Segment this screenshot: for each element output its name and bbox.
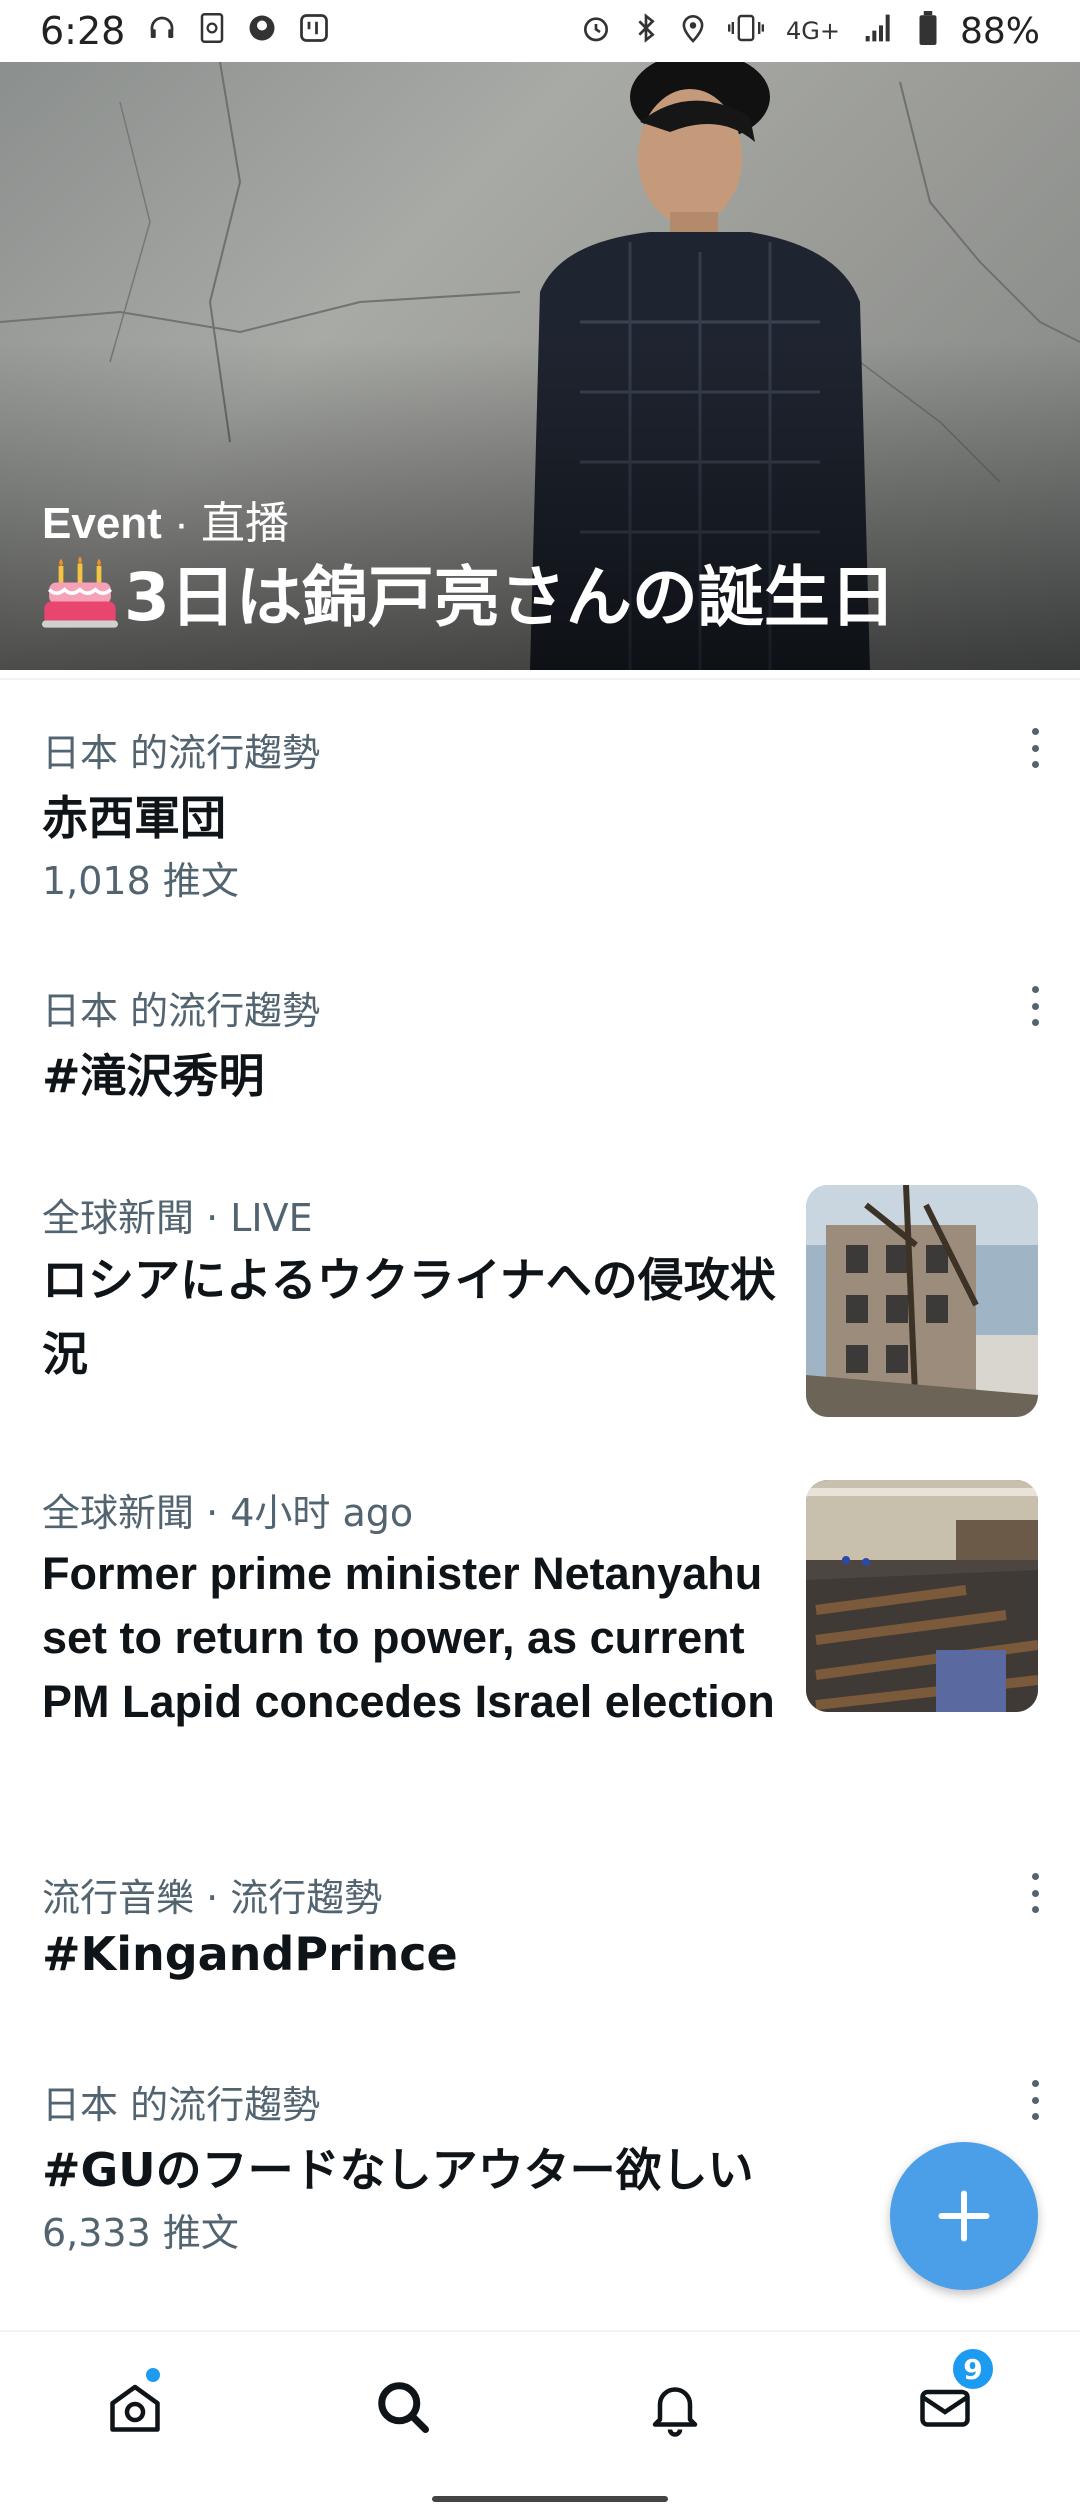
live-label: 直播 bbox=[200, 499, 289, 548]
section-divider bbox=[0, 678, 1080, 680]
battery-icon bbox=[918, 11, 938, 51]
vibrate-icon bbox=[728, 13, 764, 49]
trend-item[interactable]: 流行音樂 · 流行趨勢 #KingandPrince bbox=[0, 1845, 1080, 2025]
news-title: ロシアによるウクライナへの侵攻状況 bbox=[42, 1254, 776, 1380]
news-item[interactable]: 全球新聞 · 4小时 ago Former prime minister Net… bbox=[0, 1460, 1080, 1800]
event-category: Event bbox=[42, 499, 162, 548]
news-item[interactable]: 全球新聞 · LIVE ロシアによるウクライナへの侵攻状況 bbox=[0, 1165, 1080, 1435]
trend-title: 赤西軍団 bbox=[42, 791, 226, 845]
home-indicator[interactable] bbox=[432, 2496, 668, 2502]
signal-icon bbox=[862, 12, 896, 50]
trend-title: #GUのフードなしアウター欲しい bbox=[42, 2143, 754, 2197]
trend-count: 1,018 推文 bbox=[42, 859, 239, 903]
news-title: Former prime minister Netanyahu set to r… bbox=[42, 1548, 775, 1727]
more-options-icon[interactable] bbox=[1030, 986, 1040, 1026]
trend-meta: 日本 的流行趨勢 bbox=[42, 2083, 321, 2127]
news-meta: 全球新聞 · 4小时 ago bbox=[42, 1491, 414, 1535]
app-notification-icon-2 bbox=[299, 13, 329, 49]
nav-search[interactable] bbox=[368, 2372, 438, 2442]
hero-meta: Event · 直播 bbox=[42, 487, 289, 551]
birthday-cake-icon bbox=[42, 554, 118, 630]
messages-badge: 9 bbox=[950, 2346, 996, 2392]
status-time: 6:28 bbox=[40, 9, 126, 53]
more-options-icon[interactable] bbox=[1030, 2080, 1040, 2120]
trend-meta: 流行音樂 · 流行趨勢 bbox=[42, 1876, 383, 1920]
network-type: 4G+ bbox=[786, 17, 840, 45]
search-icon bbox=[378, 2382, 429, 2433]
trend-meta: 日本 的流行趨勢 bbox=[42, 731, 321, 775]
app-notification-icon bbox=[247, 13, 277, 49]
battery-percent: 88% bbox=[959, 10, 1040, 52]
news-thumbnail[interactable] bbox=[806, 1185, 1038, 1417]
location-icon bbox=[680, 12, 706, 50]
alarm-icon bbox=[580, 12, 612, 50]
more-options-icon[interactable] bbox=[1030, 728, 1040, 768]
building-photo-icon bbox=[806, 1185, 1038, 1417]
nav-messages[interactable]: 9 bbox=[910, 2346, 996, 2442]
trend-meta: 日本 的流行趨勢 bbox=[42, 989, 321, 1033]
trend-item[interactable]: 日本 的流行趨勢 #滝沢秀明 bbox=[0, 958, 1080, 1138]
compose-tweet-button[interactable] bbox=[890, 2142, 1038, 2290]
trend-title: #KingandPrince bbox=[42, 1927, 458, 1981]
more-options-icon[interactable] bbox=[1030, 1873, 1040, 1913]
featured-event-card[interactable]: Event · 直播 3日は錦戸亮さんの誕生日 bbox=[0, 62, 1080, 670]
nav-notifications[interactable] bbox=[640, 2372, 710, 2442]
trend-title: #滝沢秀明 bbox=[42, 1049, 265, 1103]
hero-title-text: 3日は錦戸亮さんの誕生日 bbox=[124, 559, 896, 636]
home-notification-dot bbox=[146, 2368, 160, 2382]
bluetooth-icon bbox=[634, 12, 658, 50]
plus-icon bbox=[938, 2190, 990, 2242]
trend-item[interactable]: 日本 的流行趨勢 赤西軍団 1,018 推文 bbox=[0, 700, 1080, 930]
news-meta: 全球新聞 · LIVE bbox=[42, 1196, 313, 1240]
headphones-icon bbox=[147, 13, 177, 49]
bottom-navigation: 9 bbox=[0, 2330, 1080, 2482]
home-icon bbox=[110, 2384, 160, 2432]
news-thumbnail[interactable] bbox=[806, 1480, 1038, 1712]
nav-home[interactable] bbox=[100, 2368, 170, 2442]
trend-count: 6,333 推文 bbox=[42, 2211, 239, 2255]
meta-separator: · bbox=[174, 499, 189, 548]
phone-notification-icon bbox=[199, 13, 225, 49]
status-bar: 6:28 4G+ 88% bbox=[0, 0, 1080, 62]
parliament-photo-icon bbox=[806, 1480, 1038, 1712]
bell-icon bbox=[652, 2387, 698, 2437]
hero-title: 3日は錦戸亮さんの誕生日 bbox=[42, 544, 896, 640]
